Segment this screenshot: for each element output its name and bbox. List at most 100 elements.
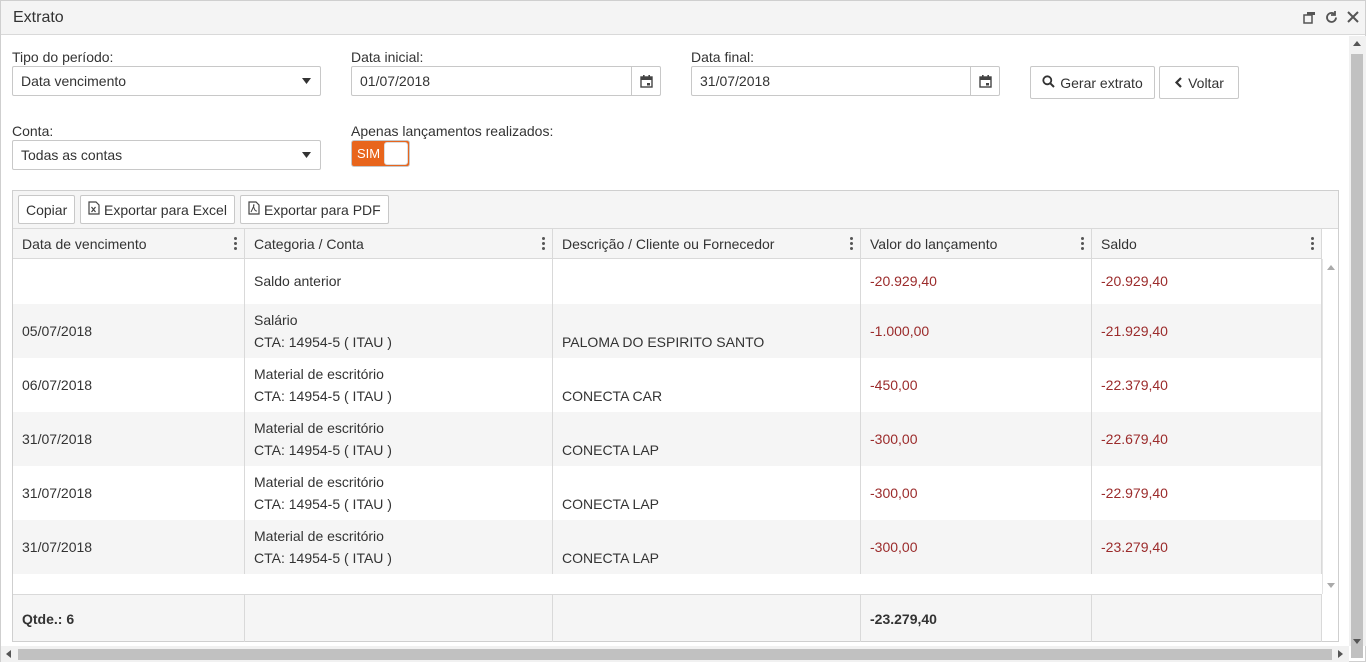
table-row[interactable]: 31/07/2018 Material de escritório CTA: 14… (13, 466, 1322, 520)
scroll-up-icon[interactable] (1353, 41, 1361, 46)
scroll-thumb[interactable] (1351, 54, 1363, 658)
col-saldo[interactable]: Saldo (1092, 229, 1322, 259)
footer-empty (245, 595, 553, 642)
scroll-left-icon[interactable] (6, 650, 11, 658)
cell-saldo: -22.379,40 (1092, 358, 1322, 412)
cell-descricao: CONECTA LAP (553, 520, 861, 574)
scroll-down-icon[interactable] (1353, 639, 1361, 644)
caret-down-icon (292, 152, 320, 158)
cell-data: 06/07/2018 (13, 358, 245, 412)
cell-valor: -300,00 (861, 412, 1092, 466)
voltar-label: Voltar (1188, 74, 1224, 91)
cell-conta: CTA: 14954-5 ( ITAU ) (254, 442, 392, 458)
footer-qtde: Qtde.: 6 (13, 595, 245, 642)
toggle-on-label: SIM (357, 146, 381, 161)
cell-descricao: CONECTA LAP (553, 466, 861, 520)
data-final-label: Data final: (691, 49, 755, 65)
voltar-button[interactable]: Voltar (1159, 66, 1239, 99)
cell-saldo: -22.679,40 (1092, 412, 1322, 466)
exportar-excel-label: Exportar para Excel (104, 201, 227, 218)
cell-valor: -450,00 (861, 358, 1092, 412)
cell-conta: CTA: 14954-5 ( ITAU ) (254, 496, 392, 512)
calendar-icon[interactable] (970, 67, 999, 95)
cell-saldo: -23.279,40 (1092, 520, 1322, 574)
page-vertical-scrollbar[interactable] (1349, 36, 1366, 658)
cell-data: 31/07/2018 (13, 520, 245, 574)
search-icon (1042, 74, 1055, 91)
col-data-vencimento[interactable]: Data de vencimento (13, 229, 245, 259)
footer-total: -23.279,40 (861, 595, 1092, 642)
cell-data: 31/07/2018 (13, 466, 245, 520)
cell-data: 31/07/2018 (13, 412, 245, 466)
cell-valor: -20.929,40 (861, 259, 1092, 304)
caret-down-icon (292, 78, 320, 84)
table-row[interactable]: 06/07/2018 Material de escritório CTA: 14… (13, 358, 1322, 412)
scroll-up-icon[interactable] (1327, 265, 1335, 270)
column-menu-icon[interactable] (234, 237, 238, 251)
cell-categoria: Saldo anterior (245, 259, 553, 304)
gerar-extrato-button[interactable]: Gerar extrato (1030, 66, 1155, 99)
cell-descricao: PALOMA DO ESPIRITO SANTO (553, 304, 861, 358)
cell-valor: -300,00 (861, 466, 1092, 520)
cell-conta: CTA: 14954-5 ( ITAU ) (254, 388, 392, 404)
data-inicial-value: 01/07/2018 (360, 73, 431, 89)
footer-empty (1092, 595, 1322, 642)
col-valor[interactable]: Valor do lançamento (861, 229, 1092, 259)
col-descricao[interactable]: Descrição / Cliente ou Fornecedor (553, 229, 861, 259)
cell-saldo: -21.929,40 (1092, 304, 1322, 358)
excel-file-icon (88, 201, 100, 218)
cell-descricao: CONECTA CAR (553, 358, 861, 412)
column-menu-icon[interactable] (850, 237, 854, 251)
data-final-value: 31/07/2018 (700, 73, 771, 89)
window-title: Extrato (13, 9, 64, 26)
page-horizontal-scrollbar[interactable] (1, 646, 1349, 662)
col-header-label: Descrição / Cliente ou Fornecedor (562, 236, 775, 252)
col-categoria-conta[interactable]: Categoria / Conta (245, 229, 553, 259)
scroll-right-icon[interactable] (1338, 650, 1343, 658)
cell-categoria: Salário CTA: 14954-5 ( ITAU ) (245, 304, 553, 358)
footer-empty (553, 595, 861, 642)
refresh-icon[interactable] (1323, 8, 1339, 26)
cell-categoria: Material de escritório CTA: 14954-5 ( ITA… (245, 358, 553, 412)
table-row[interactable]: 31/07/2018 Material de escritório CTA: 14… (13, 520, 1322, 574)
data-final-field[interactable]: 31/07/2018 (691, 66, 1000, 96)
table-row[interactable]: Saldo anterior -20.929,40 -20.929,40 (13, 259, 1322, 304)
grid-vertical-scrollbar[interactable] (1322, 259, 1338, 594)
data-inicial-label: Data inicial: (351, 49, 424, 65)
scroll-thumb[interactable] (18, 649, 1332, 660)
apenas-realizados-toggle[interactable]: SIM (351, 140, 410, 167)
chevron-left-icon (1174, 75, 1183, 91)
calendar-icon[interactable] (631, 67, 660, 95)
extrato-grid: Copiar Exportar para Excel Exportar para… (12, 190, 1339, 642)
pdf-file-icon (248, 201, 260, 218)
copiar-button[interactable]: Copiar (18, 195, 76, 224)
window-controls (1301, 8, 1361, 26)
cell-data (13, 259, 245, 304)
grid-body: Saldo anterior -20.929,40 -20.929,40 05/… (13, 259, 1322, 594)
exportar-pdf-label: Exportar para PDF (264, 201, 381, 218)
grid-toolbar: Copiar Exportar para Excel Exportar para… (13, 191, 1338, 229)
cell-categoria: Material de escritório CTA: 14954-5 ( ITA… (245, 412, 553, 466)
close-icon[interactable] (1345, 8, 1361, 26)
cell-categoria: Material de escritório CTA: 14954-5 ( ITA… (245, 520, 553, 574)
cell-saldo: -20.929,40 (1092, 259, 1322, 304)
table-row[interactable]: 05/07/2018 Salário CTA: 14954-5 ( ITAU ) … (13, 304, 1322, 358)
cell-conta: CTA: 14954-5 ( ITAU ) (254, 334, 392, 350)
column-menu-icon[interactable] (1311, 237, 1315, 251)
conta-label: Conta: (12, 123, 54, 139)
cell-categoria: Material de escritório CTA: 14954-5 ( ITA… (245, 466, 553, 520)
cell-descricao: CONECTA LAP (553, 412, 861, 466)
exportar-excel-button[interactable]: Exportar para Excel (80, 195, 235, 224)
exportar-pdf-button[interactable]: Exportar para PDF (240, 195, 389, 224)
column-menu-icon[interactable] (1081, 237, 1085, 251)
data-inicial-field[interactable]: 01/07/2018 (351, 66, 661, 96)
column-menu-icon[interactable] (542, 237, 546, 251)
scroll-down-icon[interactable] (1327, 583, 1335, 588)
periodo-select[interactable]: Data vencimento (12, 66, 321, 96)
restore-icon[interactable] (1301, 8, 1317, 26)
conta-select[interactable]: Todas as contas (12, 140, 321, 170)
table-row[interactable]: 31/07/2018 Material de escritório CTA: 14… (13, 412, 1322, 466)
col-header-label: Categoria / Conta (254, 236, 364, 252)
cell-valor: -300,00 (861, 520, 1092, 574)
grid-footer: Qtde.: 6 -23.279,40 (13, 594, 1322, 642)
